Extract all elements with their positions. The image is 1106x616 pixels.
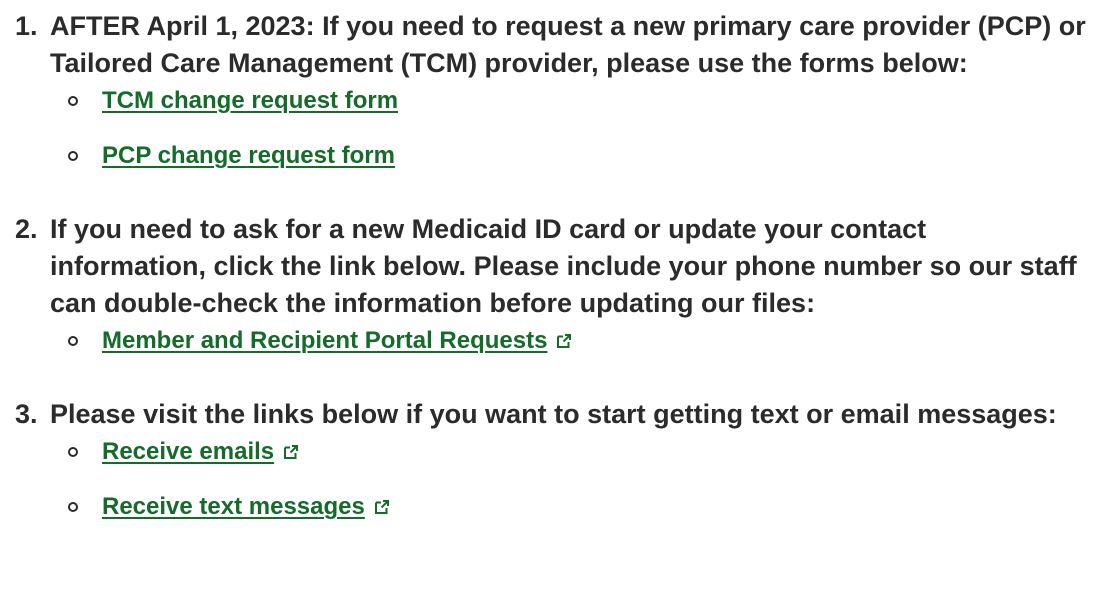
step-number: 1.: [15, 11, 38, 41]
content-area: 1. AFTER April 1, 2023: If you need to r…: [0, 0, 1106, 616]
receive-emails-link[interactable]: Receive emails: [102, 433, 274, 470]
link-item: Member and Recipient Portal Requests: [68, 322, 1086, 359]
tcm-change-request-form-link[interactable]: TCM change request form: [102, 82, 398, 119]
step-text: If you need to ask for a new Medicaid ID…: [50, 214, 1077, 318]
external-link-icon[interactable]: [282, 443, 300, 461]
bullet-icon: [68, 335, 78, 346]
bullet-icon: [68, 95, 78, 106]
bullet-icon: [68, 446, 78, 457]
step-number: 3.: [15, 399, 38, 429]
link-item: Receive emails: [68, 433, 1086, 470]
step-links: Receive emails Receive text messages: [50, 433, 1086, 525]
member-recipient-portal-requests-link[interactable]: Member and Recipient Portal Requests: [102, 322, 547, 359]
step-body: If you need to ask for a new Medicaid ID…: [50, 211, 1086, 359]
bullet-icon: [68, 150, 78, 161]
link-item: TCM change request form: [68, 82, 1086, 119]
step-links: Member and Recipient Portal Requests: [50, 322, 1086, 359]
step-2: 2. If you need to ask for a new Medicaid…: [15, 211, 1086, 359]
external-link-icon[interactable]: [555, 332, 573, 350]
step-3: 3. Please visit the links below if you w…: [15, 396, 1086, 525]
step-body: Please visit the links below if you want…: [50, 396, 1086, 525]
external-link-icon[interactable]: [373, 498, 391, 516]
link-item: Receive text messages: [68, 488, 1086, 525]
receive-text-messages-link[interactable]: Receive text messages: [102, 488, 365, 525]
bullet-icon: [68, 501, 78, 512]
step-links: TCM change request form PCP change reque…: [50, 82, 1086, 174]
step-text: Please visit the links below if you want…: [50, 399, 1057, 429]
step-body: AFTER April 1, 2023: If you need to requ…: [50, 8, 1086, 174]
step-1: 1. AFTER April 1, 2023: If you need to r…: [15, 8, 1086, 174]
pcp-change-request-form-link[interactable]: PCP change request form: [102, 137, 395, 174]
link-item: PCP change request form: [68, 137, 1086, 174]
step-text: AFTER April 1, 2023: If you need to requ…: [50, 11, 1086, 78]
step-number: 2.: [15, 214, 38, 244]
steps-list: 1. AFTER April 1, 2023: If you need to r…: [15, 8, 1086, 525]
